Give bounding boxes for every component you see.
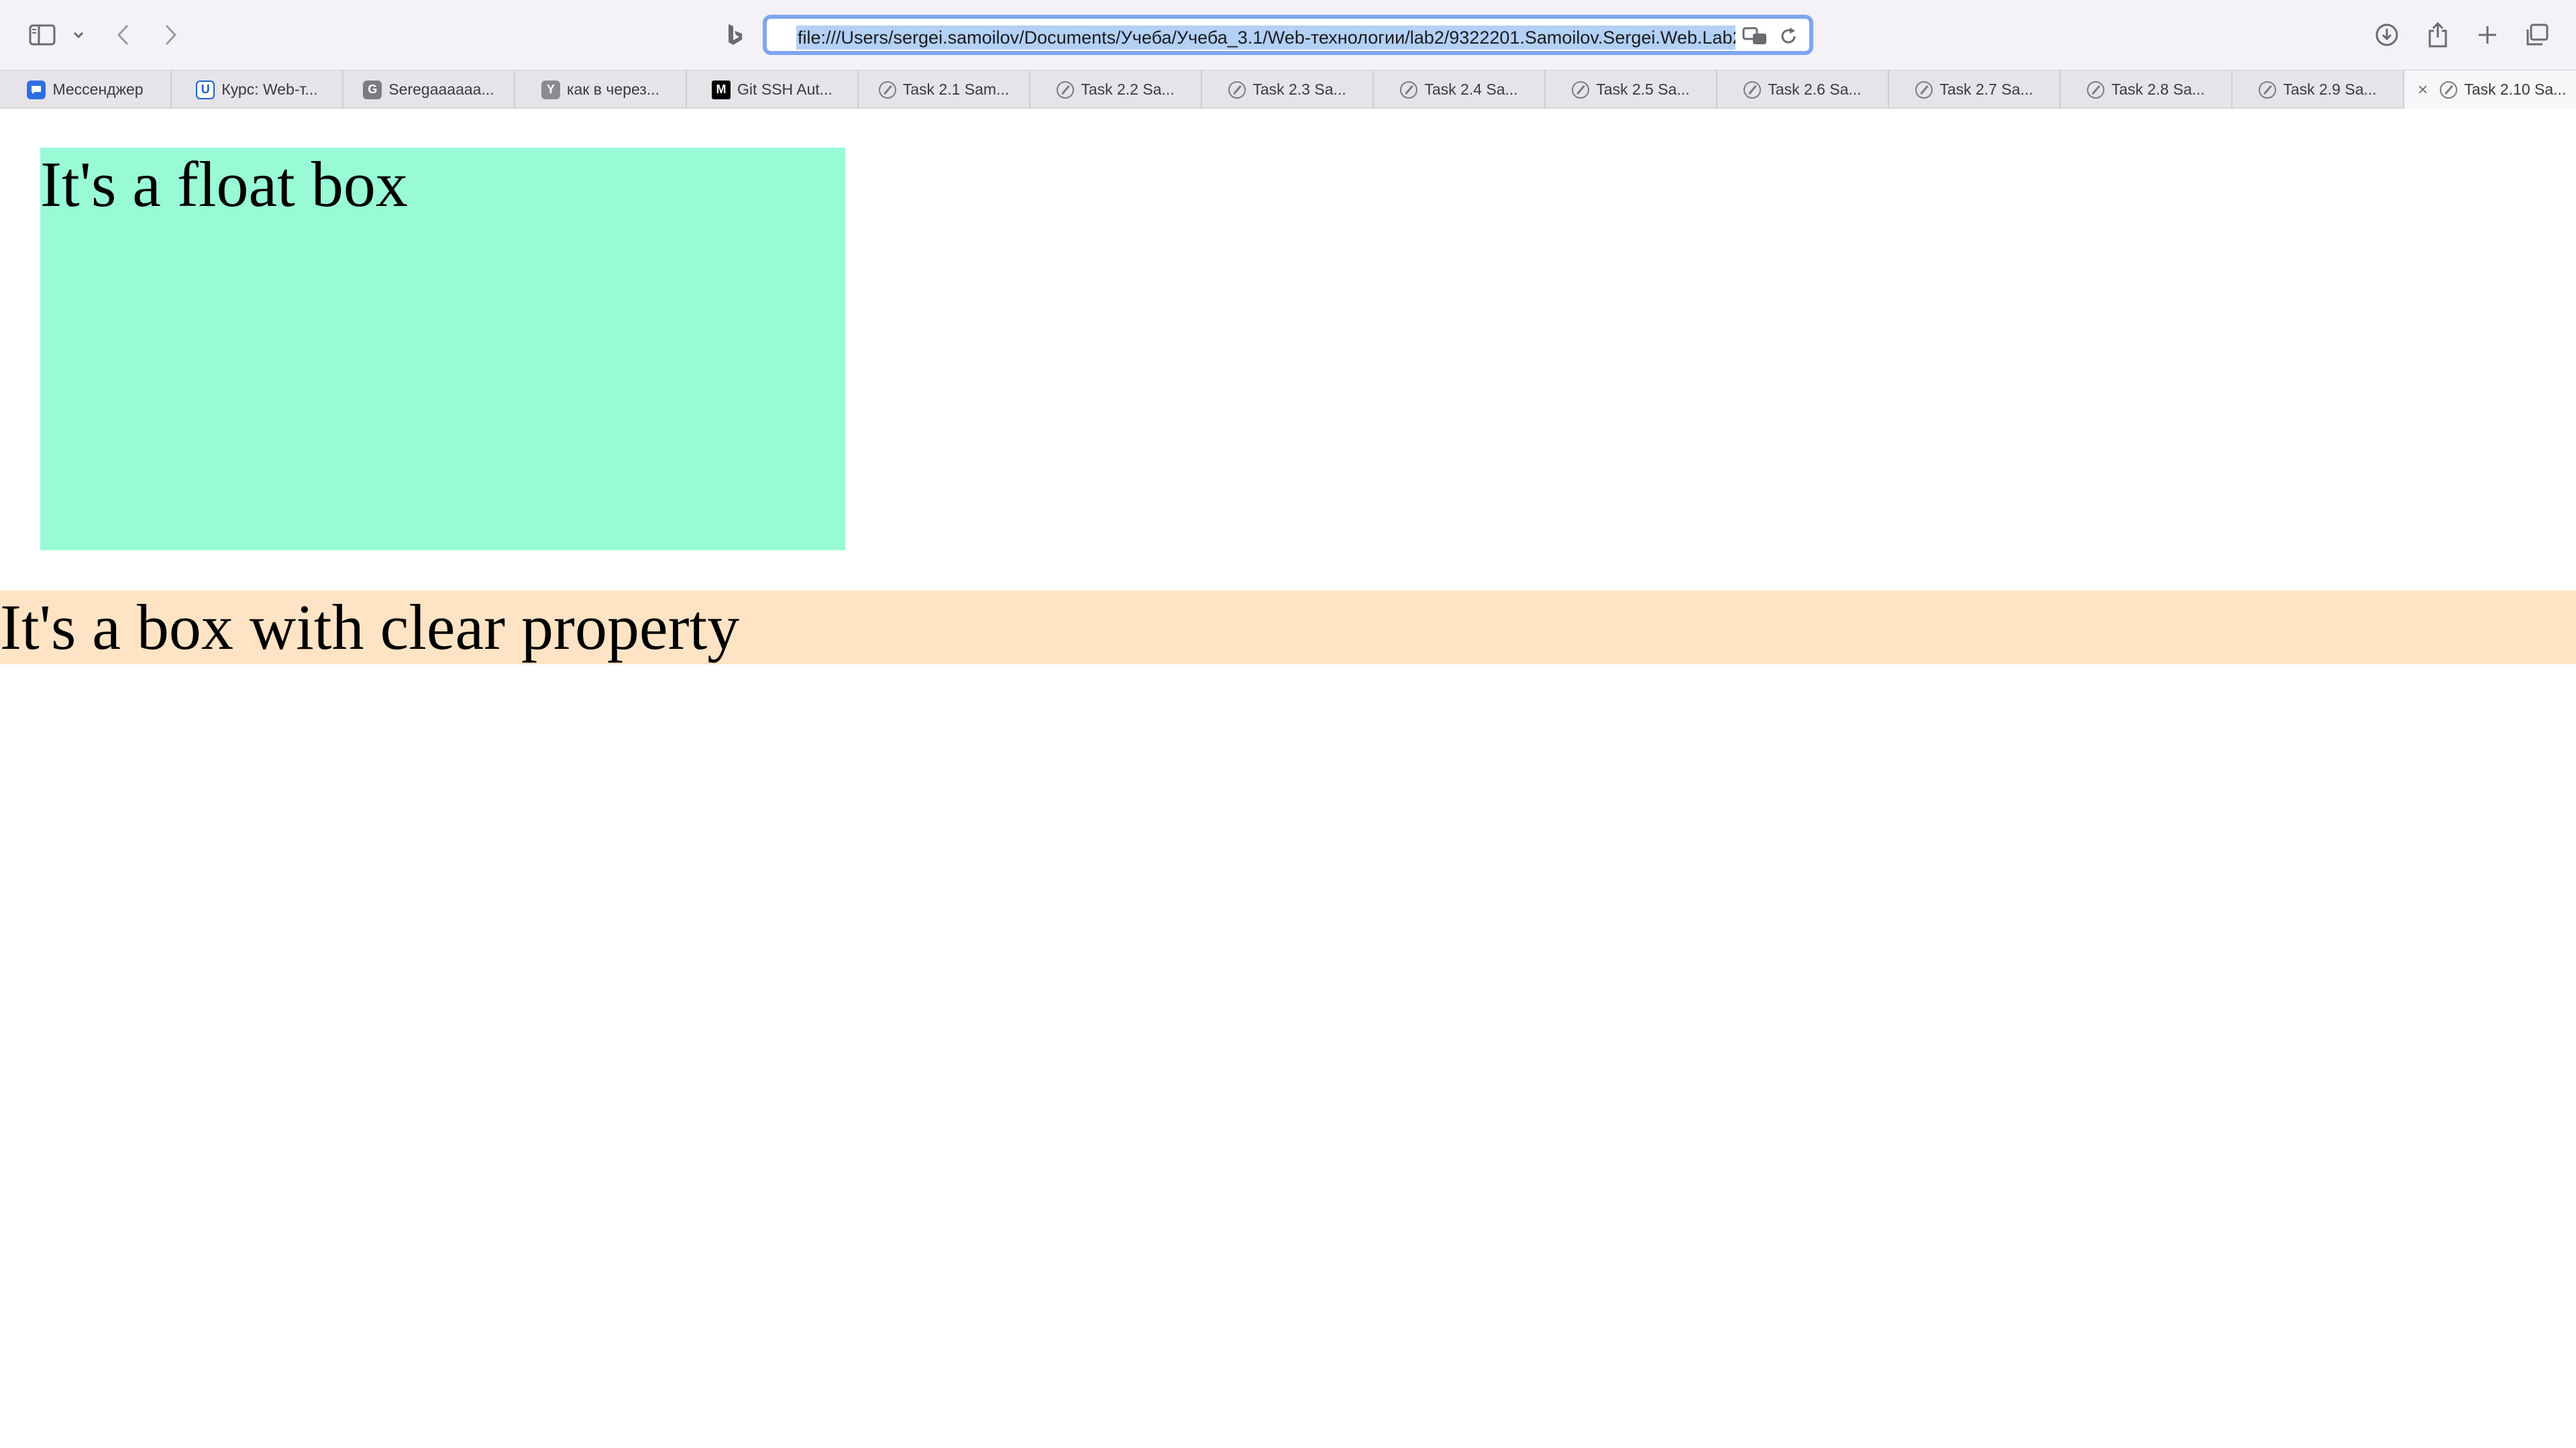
bing-icon[interactable]: [722, 15, 749, 55]
sidebar-toggle-icon[interactable]: [25, 15, 59, 55]
tab-label: Task 2.8 Sa...: [2111, 81, 2205, 98]
tab-label: Task 2.10 Sa...: [2464, 81, 2567, 98]
browser-toolbar: file:///Users/sergei.samoilov/Documents/…: [0, 0, 2576, 70]
tab-label: Git SSH Aut...: [737, 81, 833, 98]
float-box: It's a float box: [40, 148, 845, 550]
translate-icon[interactable]: [1742, 26, 1769, 50]
tab-task-2-6[interactable]: Task 2.6 Sa...: [1717, 70, 1889, 109]
tab-label: Seregaaaaaa...: [388, 81, 494, 98]
compass-icon: [1915, 81, 1933, 99]
address-bar[interactable]: file:///Users/sergei.samoilov/Documents/…: [763, 15, 1813, 55]
tab-task-2-8[interactable]: Task 2.8 Sa...: [2061, 70, 2233, 109]
compass-icon: [878, 81, 896, 99]
messenger-icon: [27, 80, 46, 99]
yandex-icon: Y: [541, 80, 560, 99]
compass-icon: [2259, 81, 2277, 99]
reload-icon[interactable]: [1778, 26, 1799, 50]
compass-icon: [1400, 81, 1418, 99]
tab-task-2-7[interactable]: Task 2.7 Sa...: [1889, 70, 2061, 109]
tab-yandex[interactable]: Y как в через...: [515, 70, 687, 109]
tab-label: Task 2.5 Sa...: [1596, 81, 1690, 98]
new-tab-icon[interactable]: [2473, 15, 2502, 55]
shield-u-icon: U: [196, 80, 215, 99]
tab-course[interactable]: U Курс: Web-т...: [172, 70, 343, 109]
tab-label: Курс: Web-т...: [221, 81, 318, 98]
compass-icon: [2440, 81, 2458, 99]
forward-icon[interactable]: [156, 15, 185, 55]
tab-github[interactable]: G Seregaaaaaa...: [343, 70, 515, 109]
page-viewport: It's a float box It's a box with clear p…: [0, 109, 2576, 1448]
tab-task-2-2[interactable]: Task 2.2 Sa...: [1030, 70, 1202, 109]
tab-label: Task 2.9 Sa...: [2283, 81, 2377, 98]
tab-overview-icon[interactable]: [2522, 15, 2552, 55]
chevron-down-icon[interactable]: [68, 15, 89, 55]
compass-icon: [1228, 81, 1246, 99]
tab-label: Task 2.4 Sa...: [1424, 81, 1518, 98]
tab-task-2-9[interactable]: Task 2.9 Sa...: [2233, 70, 2404, 109]
compass-icon: [1572, 81, 1590, 99]
url-text[interactable]: file:///Users/sergei.samoilov/Documents/…: [796, 25, 1735, 50]
clear-box: It's a box with clear property: [0, 590, 2576, 664]
tab-label: Task 2.3 Sa...: [1252, 81, 1346, 98]
compass-icon: [1743, 81, 1762, 99]
tab-label: Task 2.2 Sa...: [1081, 81, 1175, 98]
tab-task-2-1[interactable]: Task 2.1 Sam...: [859, 70, 1030, 109]
tab-messenger[interactable]: Мессенджер: [0, 70, 172, 109]
medium-icon: M: [712, 80, 731, 99]
tab-label: Task 2.6 Sa...: [1768, 81, 1862, 98]
downloads-icon[interactable]: [2372, 15, 2402, 55]
tab-git-ssh[interactable]: M Git SSH Aut...: [687, 70, 859, 109]
tab-label: Мессенджер: [52, 81, 144, 98]
tab-label: как в через...: [567, 81, 659, 98]
compass-icon: [1057, 81, 1075, 99]
close-tab-icon[interactable]: ×: [2418, 79, 2428, 100]
github-icon: G: [363, 80, 382, 99]
compass-icon: [2087, 81, 2105, 99]
tab-label: Task 2.7 Sa...: [1939, 81, 2033, 98]
share-icon[interactable]: [2423, 15, 2453, 55]
tab-task-2-10-active[interactable]: × Task 2.10 Sa...: [2404, 70, 2576, 109]
back-icon[interactable]: [109, 15, 138, 55]
tab-task-2-4[interactable]: Task 2.4 Sa...: [1374, 70, 1546, 109]
tab-label: Task 2.1 Sam...: [902, 81, 1010, 98]
tab-bar: Мессенджер U Курс: Web-т... G Seregaaaaa…: [0, 70, 2576, 109]
tab-task-2-3[interactable]: Task 2.3 Sa...: [1202, 70, 1374, 109]
tab-task-2-5[interactable]: Task 2.5 Sa...: [1546, 70, 1717, 109]
